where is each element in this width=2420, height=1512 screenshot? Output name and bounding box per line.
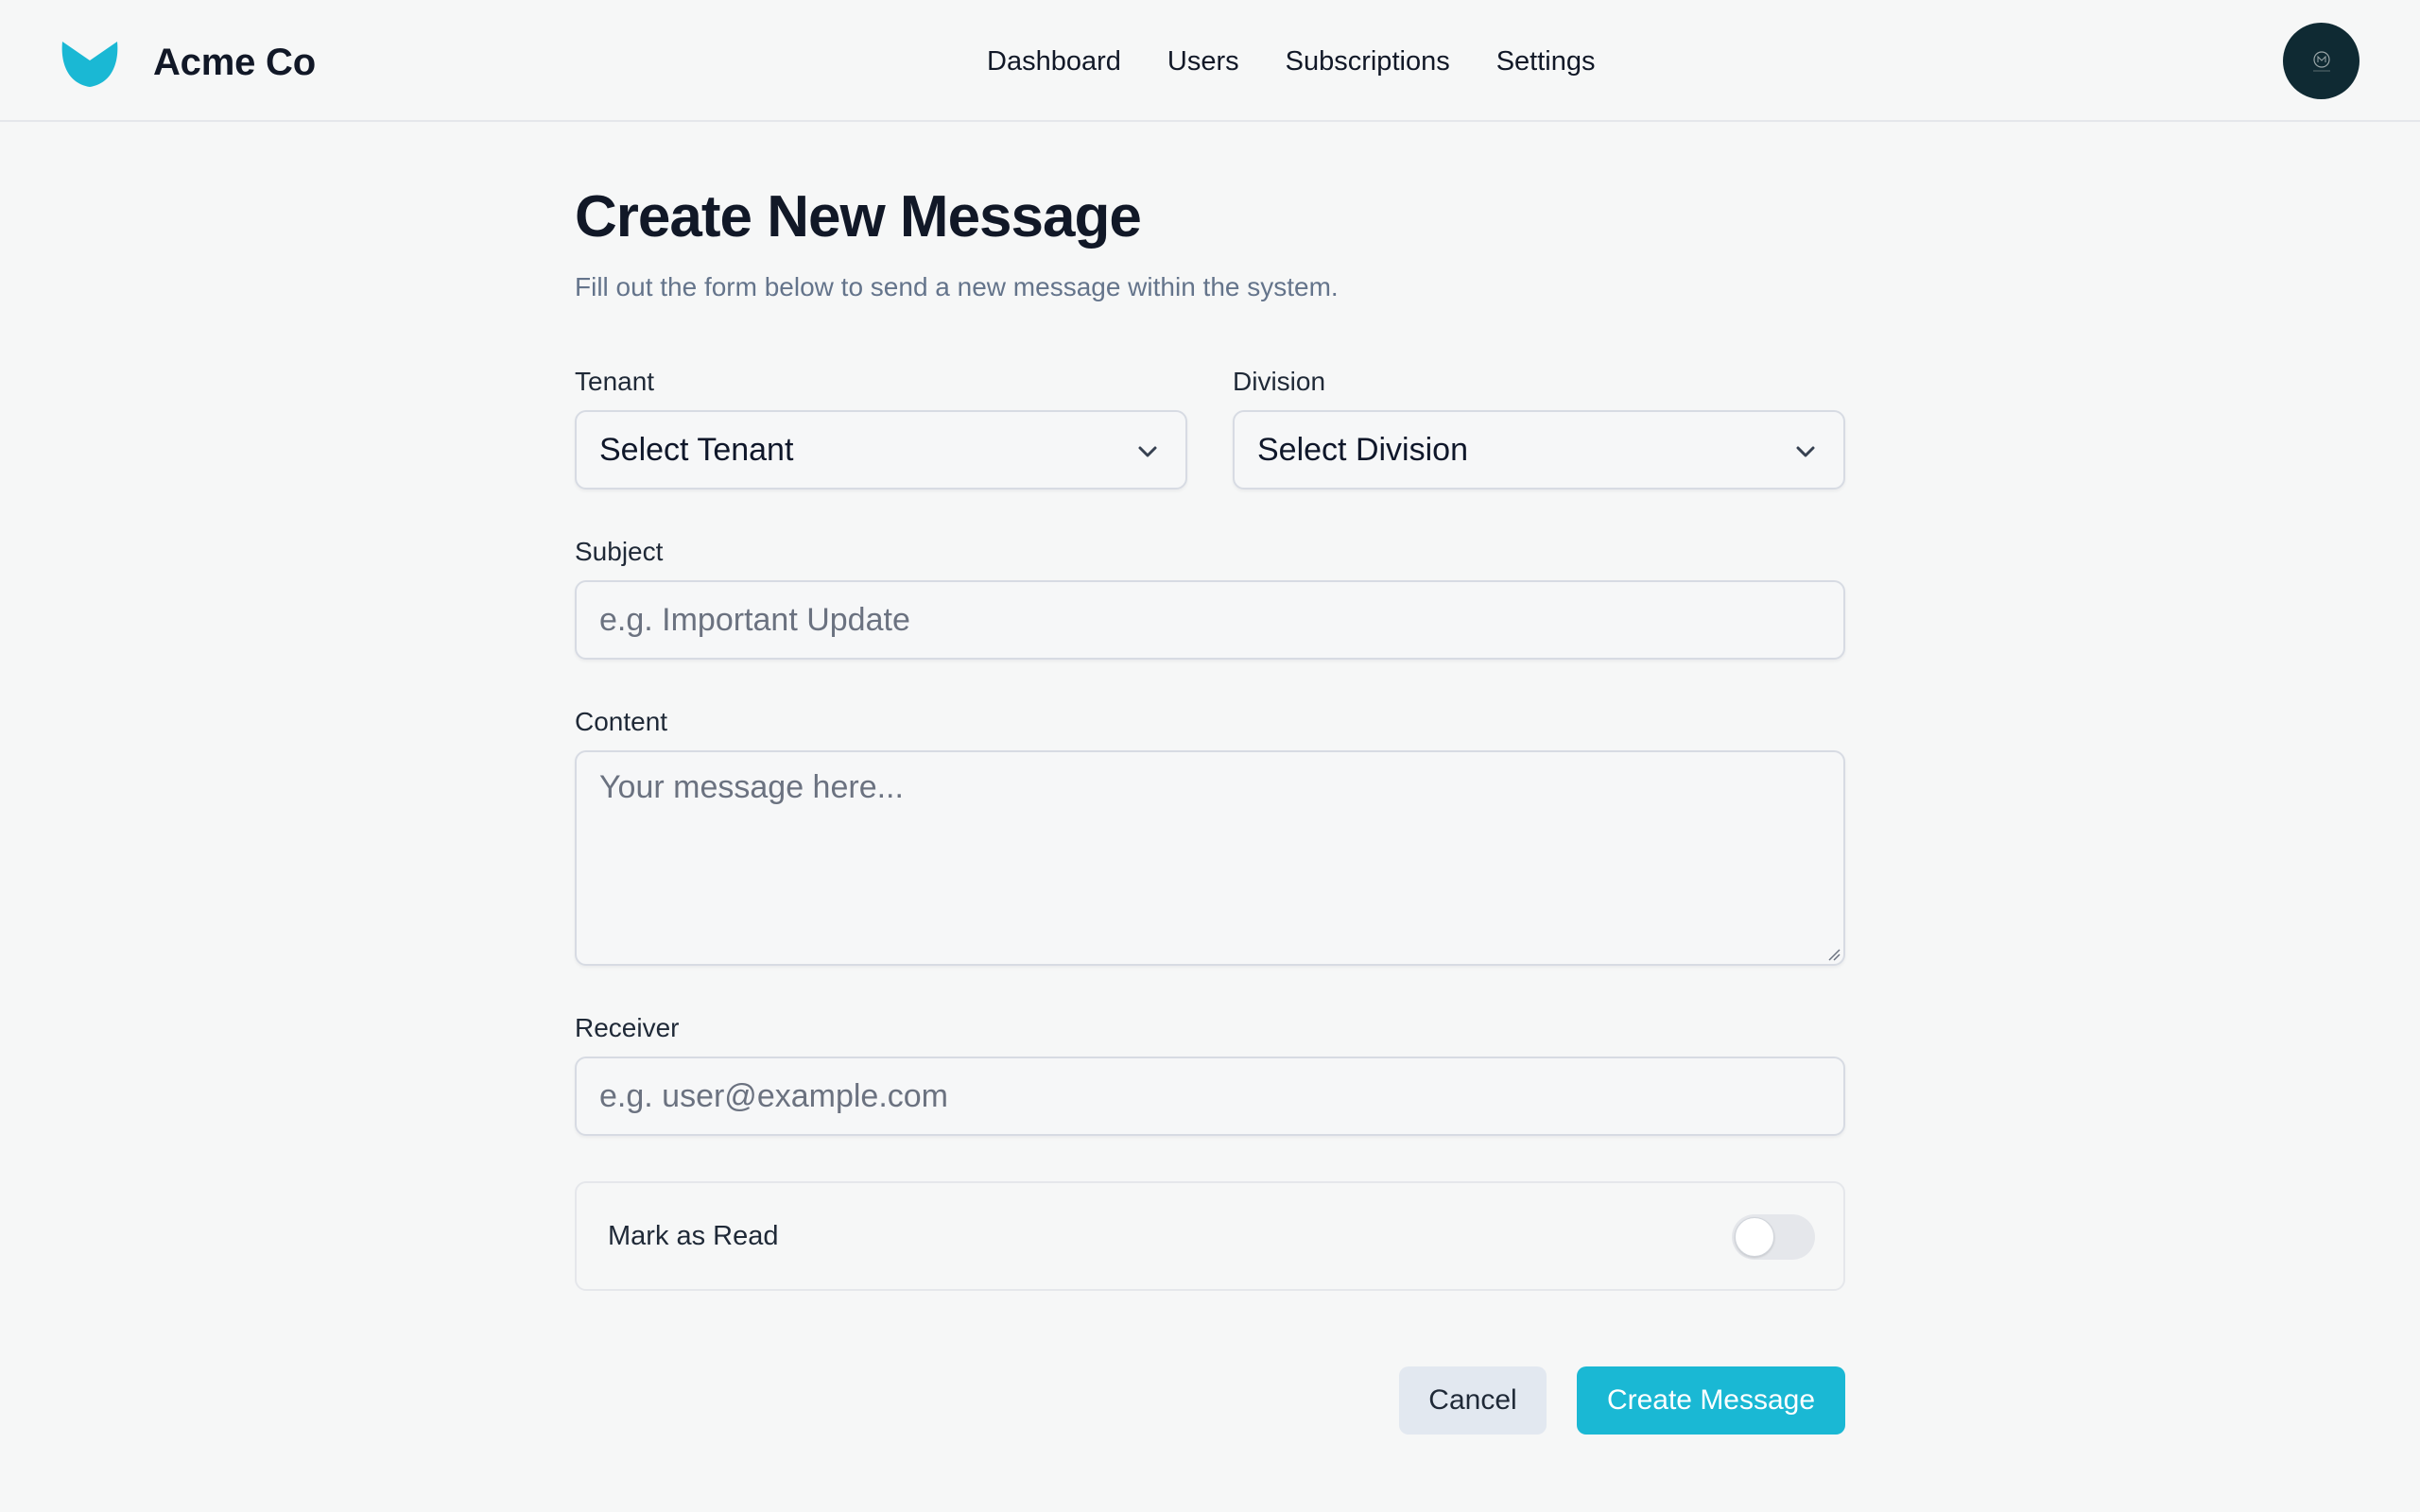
division-select[interactable]: Select Division <box>1233 410 1845 490</box>
subject-label: Subject <box>575 537 664 566</box>
chevron-down-icon <box>1138 446 1157 457</box>
main-nav: Dashboard Users Subscriptions Settings <box>987 38 1596 85</box>
page-title: Create New Message <box>575 184 1142 249</box>
subject-group: Subject <box>575 535 663 569</box>
receiver-input[interactable]: e.g. user@example.com <box>575 1057 1845 1136</box>
tenant-select[interactable]: Select Tenant <box>575 410 1187 490</box>
nav-subscriptions[interactable]: Subscriptions <box>1286 38 1450 85</box>
tenant-label: Tenant <box>575 367 655 396</box>
subject-input[interactable]: e.g. Important Update <box>575 580 1845 660</box>
tenant-select-value: Select Tenant <box>599 431 794 468</box>
content-textarea[interactable]: Your message here... <box>575 750 1845 966</box>
cancel-button[interactable]: Cancel <box>1399 1366 1547 1435</box>
receiver-group: Receiver <box>575 1011 679 1045</box>
brand[interactable]: Acme Co <box>60 36 316 89</box>
toggle-knob <box>1735 1217 1774 1257</box>
resize-handle-icon[interactable] <box>1825 946 1841 961</box>
create-message-button[interactable]: Create Message <box>1577 1366 1845 1435</box>
nav-users[interactable]: Users <box>1167 38 1239 85</box>
acme-logo-icon <box>61 42 118 87</box>
user-avatar-icon <box>2312 50 2330 71</box>
mark-as-read-row: Mark as Read <box>575 1181 1845 1291</box>
user-avatar[interactable] <box>2283 23 2360 99</box>
division-select-value: Select Division <box>1257 431 1468 468</box>
tenant-group: Tenant <box>575 365 1187 399</box>
subject-placeholder: e.g. Important Update <box>599 601 910 638</box>
mark-as-read-label: Mark as Read <box>608 1221 779 1251</box>
nav-dashboard[interactable]: Dashboard <box>987 38 1121 85</box>
nav-settings[interactable]: Settings <box>1496 38 1596 85</box>
receiver-label: Receiver <box>575 1013 680 1042</box>
content-group: Content <box>575 705 667 739</box>
page-subtitle: Fill out the form below to send a new me… <box>575 272 1339 301</box>
receiver-placeholder: e.g. user@example.com <box>599 1077 949 1114</box>
top-navigation-bar: Acme Co Dashboard Users Subscriptions Se… <box>0 0 2420 122</box>
mark-as-read-toggle[interactable] <box>1732 1214 1815 1260</box>
content-label: Content <box>575 707 668 736</box>
division-label: Division <box>1233 367 1326 396</box>
create-message-form: Create New Message Fill out the form bel… <box>575 180 1845 1435</box>
division-group: Division <box>1233 365 1845 399</box>
chevron-down-icon <box>1796 446 1815 457</box>
brand-name: Acme Co <box>153 42 316 83</box>
content-placeholder: Your message here... <box>599 769 904 805</box>
